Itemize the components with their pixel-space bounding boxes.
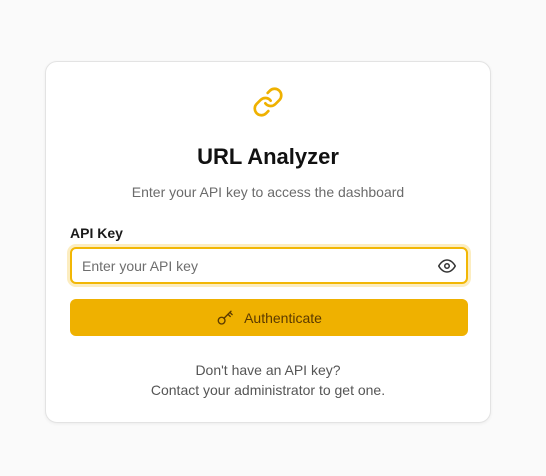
authenticate-button[interactable]: Authenticate [70, 299, 468, 336]
eye-icon[interactable] [438, 257, 456, 275]
help-text: Don't have an API key? Contact your admi… [46, 360, 490, 400]
help-text-line-1: Don't have an API key? [195, 362, 341, 378]
authenticate-button-label: Authenticate [244, 309, 322, 326]
api-key-input[interactable] [82, 249, 422, 282]
help-text-line-2: Contact your administrator to get one. [150, 382, 386, 398]
page-title: URL Analyzer [197, 144, 339, 169]
login-card: URL Analyzer Enter your API key to acces… [45, 61, 491, 423]
page-subtitle: Enter your API key to access the dashboa… [131, 184, 405, 200]
api-key-field [70, 247, 468, 284]
key-icon [217, 310, 233, 325]
api-key-label: API Key [70, 225, 123, 241]
link-icon [253, 87, 283, 117]
